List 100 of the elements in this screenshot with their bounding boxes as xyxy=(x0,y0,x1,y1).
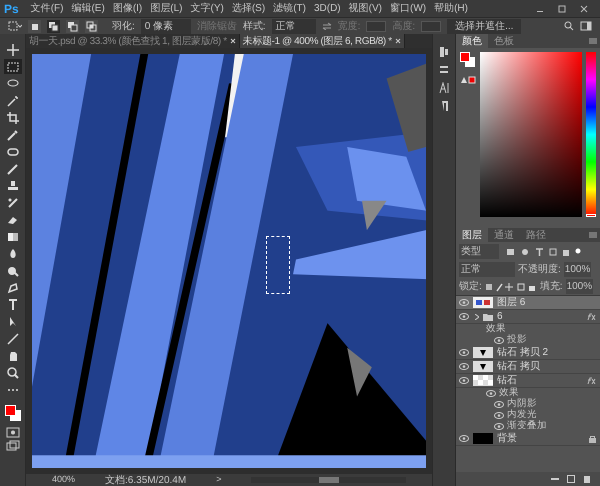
layer-filter-dropdown[interactable]: 类型 xyxy=(459,244,499,259)
style-dropdown[interactable]: 正常 xyxy=(272,18,316,34)
document-size: 文档:6.35M/20.4M xyxy=(105,474,186,486)
status-menu-arrow[interactable]: > xyxy=(216,473,222,486)
eye-icon[interactable] xyxy=(459,363,469,370)
effect-name: 投影 xyxy=(507,333,527,347)
eye-icon[interactable] xyxy=(459,349,469,356)
eye-icon[interactable] xyxy=(494,401,504,408)
color-picker-field[interactable] xyxy=(480,52,582,217)
layer-row[interactable]: 钻石 xyxy=(456,374,600,388)
workspace-icon[interactable] xyxy=(580,21,592,31)
layer-row[interactable]: 背景 xyxy=(456,432,600,446)
adjustments-icon[interactable] xyxy=(438,64,450,76)
blend-mode-dropdown[interactable]: 正常 xyxy=(459,262,515,277)
link-icon[interactable] xyxy=(550,475,560,483)
effect-name: 内发光 xyxy=(507,408,537,420)
width-field[interactable] xyxy=(366,20,386,32)
document-tab[interactable]: 未标题-1 @ 400% (图层 6, RGB/8) * xyxy=(240,34,405,48)
selection-mode-button[interactable] xyxy=(28,20,41,32)
gamut-warning-icon[interactable] xyxy=(460,76,476,84)
menu-item[interactable]: 文件(F) xyxy=(28,1,66,16)
layer-row[interactable]: 图层 6 xyxy=(456,296,600,310)
style-label: 样式: xyxy=(242,20,266,34)
eye-icon[interactable] xyxy=(494,337,504,344)
layer-row[interactable]: 钻石 拷贝 2 xyxy=(456,346,600,360)
lock-label: 锁定: xyxy=(459,280,482,294)
color-swatches[interactable] xyxy=(460,52,476,68)
close-icon[interactable] xyxy=(580,4,588,12)
menu-item[interactable]: 图像(I) xyxy=(110,1,144,16)
quick-mask-icon[interactable] xyxy=(6,427,20,438)
menu-item[interactable]: 滤镜(T) xyxy=(271,1,308,16)
effect-name: 渐变叠加 xyxy=(507,419,547,432)
selection-mode-button[interactable] xyxy=(85,20,98,32)
panel-menu-icon[interactable] xyxy=(589,232,597,238)
caret-icon[interactable] xyxy=(475,314,479,320)
fx-icon[interactable] xyxy=(587,313,596,320)
eye-icon[interactable] xyxy=(459,313,469,320)
eye-icon[interactable] xyxy=(459,299,469,306)
panel-tab[interactable]: 色板 xyxy=(488,34,520,48)
menu-item[interactable]: 选择(S) xyxy=(230,1,268,16)
menu-item[interactable]: 3D(D) xyxy=(312,1,343,16)
layer-name: 钻石 拷贝 xyxy=(497,360,540,374)
layer-name: 钻石 xyxy=(497,374,517,388)
zoom-level[interactable]: 400% xyxy=(52,473,76,486)
panel-menu-icon[interactable] xyxy=(589,38,597,44)
swap-icon[interactable] xyxy=(322,22,332,30)
menu-item[interactable]: 图层(L) xyxy=(148,1,184,16)
select-and-mask-button[interactable]: 选择并遮住... xyxy=(447,18,522,34)
selection-mode-button[interactable] xyxy=(47,20,60,32)
layer-thumbnail xyxy=(473,361,493,372)
marquee-tool-icon[interactable] xyxy=(8,21,22,31)
add-selection-icon xyxy=(48,20,59,32)
opacity-field[interactable]: 100% xyxy=(564,262,592,277)
layer-row[interactable]: 钻石 拷贝 xyxy=(456,360,600,374)
character-icon[interactable] xyxy=(438,82,450,94)
restore-icon[interactable] xyxy=(558,4,566,12)
screen-mode-icon[interactable] xyxy=(6,440,20,451)
delete-icon[interactable] xyxy=(582,474,592,484)
layer-thumbnail xyxy=(473,375,493,386)
document-tab[interactable]: 胡一天.psd @ 33.3% (颜色查找 1, 图层蒙版/8) * xyxy=(26,34,240,48)
lock-options-icons-drawing[interactable] xyxy=(484,282,537,292)
panel-tab[interactable]: 路径 xyxy=(520,228,552,242)
fill-label: 填充: xyxy=(540,280,563,294)
menu-item[interactable]: 窗口(W) xyxy=(388,1,428,16)
intersect-selection-icon xyxy=(86,20,97,32)
color-swatches[interactable] xyxy=(4,403,22,423)
fill-field[interactable]: 100% xyxy=(566,279,594,294)
eye-icon[interactable] xyxy=(494,412,504,419)
layer-name: 图层 6 xyxy=(497,296,526,310)
eye-icon[interactable] xyxy=(494,423,504,430)
menu-item[interactable]: 编辑(E) xyxy=(69,1,107,16)
layer-row[interactable]: 6 xyxy=(456,310,600,324)
horizontal-scrollbar[interactable] xyxy=(251,477,406,483)
close-icon[interactable] xyxy=(394,38,401,44)
search-icon[interactable] xyxy=(564,21,574,31)
hue-slider-thumb[interactable] xyxy=(586,214,596,217)
panel-tab[interactable]: 图层 xyxy=(456,228,488,242)
layer-thumbnail xyxy=(473,347,493,358)
selection-mode-button[interactable] xyxy=(66,20,79,32)
panel-tab[interactable]: 通道 xyxy=(488,228,520,242)
selection-marquee[interactable] xyxy=(266,236,290,294)
menu-item[interactable]: 视图(V) xyxy=(346,1,384,16)
close-icon[interactable] xyxy=(230,38,236,44)
panel-tab[interactable]: 颜色 xyxy=(456,34,488,48)
fx-icon[interactable] xyxy=(587,377,596,384)
effect-name: 内阴影 xyxy=(507,397,537,410)
layer-name: 背景 xyxy=(497,432,517,446)
feather-field[interactable]: 0 像素 xyxy=(140,18,191,34)
eye-icon[interactable] xyxy=(486,390,496,397)
menu-item[interactable]: 文字(Y) xyxy=(188,1,226,16)
layer-thumbnail xyxy=(473,433,493,444)
eye-icon[interactable] xyxy=(459,377,469,384)
menu-item[interactable]: 帮助(H) xyxy=(432,1,470,16)
marquee-tool-icon[interactable] xyxy=(4,59,22,74)
eye-icon[interactable] xyxy=(459,435,469,442)
folder-icon xyxy=(483,312,493,320)
hue-slider[interactable] xyxy=(586,52,596,217)
height-field[interactable] xyxy=(421,20,442,32)
effects-label: 效果 xyxy=(486,322,506,336)
new-layer-icon[interactable] xyxy=(566,474,576,484)
